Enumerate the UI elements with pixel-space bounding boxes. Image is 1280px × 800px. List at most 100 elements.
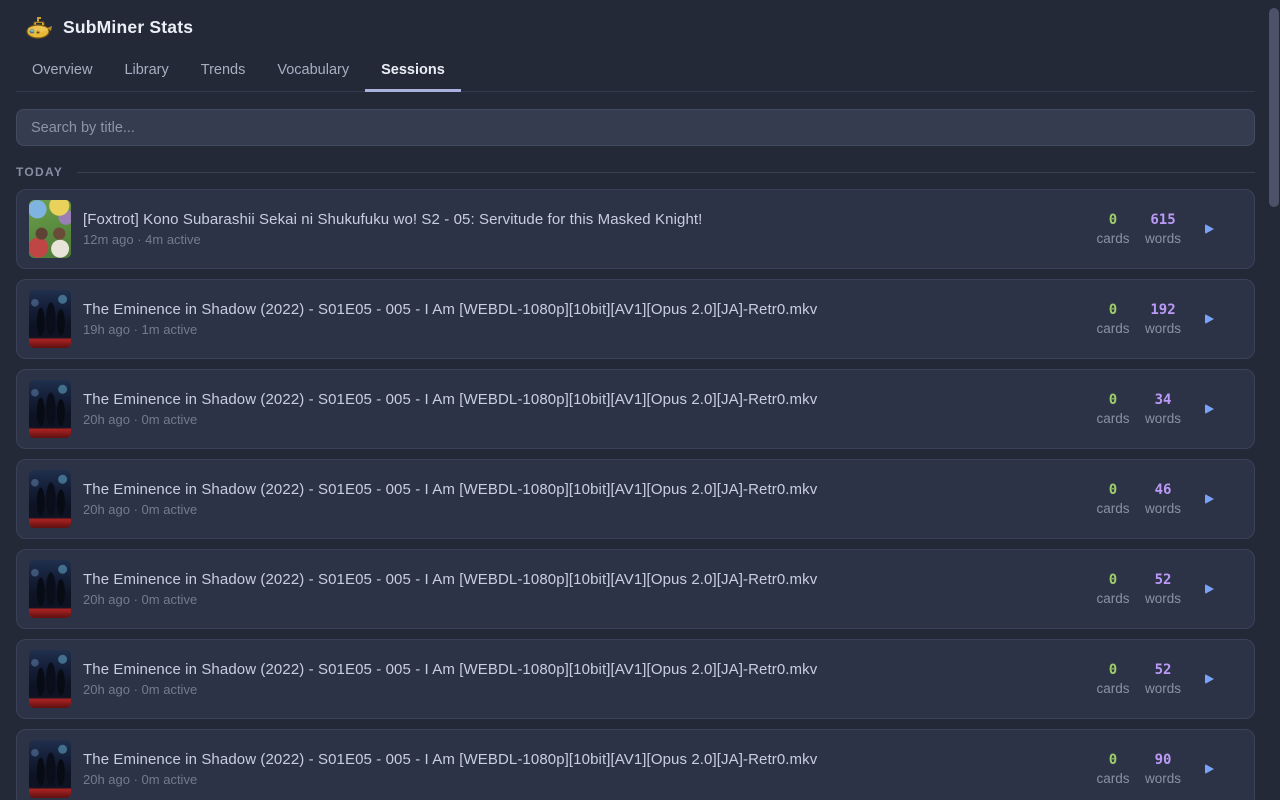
- tab-trends[interactable]: Trends: [185, 52, 262, 92]
- cards-stat: 0 cards: [1091, 662, 1135, 696]
- cards-stat: 0 cards: [1091, 572, 1135, 606]
- words-label: words: [1141, 321, 1185, 336]
- session-info: The Eminence in Shadow (2022) - S01E05 -…: [83, 391, 1091, 427]
- tab-overview[interactable]: Overview: [16, 52, 108, 92]
- session-title: The Eminence in Shadow (2022) - S01E05 -…: [83, 301, 1091, 318]
- session-card[interactable]: The Eminence in Shadow (2022) - S01E05 -…: [16, 369, 1255, 449]
- cards-count: 0: [1091, 752, 1135, 768]
- cards-stat: 0 cards: [1091, 752, 1135, 786]
- session-thumbnail: [29, 470, 71, 528]
- tabs: Overview Library Trends Vocabulary Sessi…: [16, 52, 1255, 92]
- session-card[interactable]: The Eminence in Shadow (2022) - S01E05 -…: [16, 729, 1255, 800]
- search-bar: [16, 109, 1255, 146]
- session-stats: 0 cards 34 words: [1091, 392, 1254, 426]
- play-icon[interactable]: [1205, 314, 1214, 324]
- tab-sessions[interactable]: Sessions: [365, 52, 461, 92]
- session-info: The Eminence in Shadow (2022) - S01E05 -…: [83, 481, 1091, 517]
- session-stats: 0 cards 46 words: [1091, 482, 1254, 516]
- play-icon[interactable]: [1205, 494, 1214, 504]
- words-stat: 192 words: [1141, 302, 1185, 336]
- submarine-icon: [26, 17, 52, 39]
- words-stat: 52 words: [1141, 572, 1185, 606]
- session-meta: 20h ago · 0m active: [83, 412, 1091, 427]
- session-info: The Eminence in Shadow (2022) - S01E05 -…: [83, 571, 1091, 607]
- cards-count: 0: [1091, 572, 1135, 588]
- cards-count: 0: [1091, 392, 1135, 408]
- words-count: 46: [1141, 482, 1185, 498]
- words-count: 52: [1141, 572, 1185, 588]
- session-card[interactable]: The Eminence in Shadow (2022) - S01E05 -…: [16, 549, 1255, 629]
- session-info: The Eminence in Shadow (2022) - S01E05 -…: [83, 751, 1091, 787]
- scrollbar-thumb[interactable]: [1269, 8, 1279, 207]
- words-count: 52: [1141, 662, 1185, 678]
- words-count: 90: [1141, 752, 1185, 768]
- session-title: The Eminence in Shadow (2022) - S01E05 -…: [83, 571, 1091, 588]
- cards-label: cards: [1091, 501, 1135, 516]
- words-label: words: [1141, 771, 1185, 786]
- play-icon[interactable]: [1205, 584, 1214, 594]
- session-title: [Foxtrot] Kono Subarashii Sekai ni Shuku…: [83, 211, 1091, 228]
- words-stat: 615 words: [1141, 212, 1185, 246]
- cards-count: 0: [1091, 212, 1135, 228]
- cards-stat: 0 cards: [1091, 482, 1135, 516]
- session-meta: 12m ago · 4m active: [83, 232, 1091, 247]
- cards-stat: 0 cards: [1091, 392, 1135, 426]
- words-label: words: [1141, 501, 1185, 516]
- session-card[interactable]: The Eminence in Shadow (2022) - S01E05 -…: [16, 459, 1255, 539]
- section-header: TODAY: [16, 165, 1255, 179]
- session-stats: 0 cards 192 words: [1091, 302, 1254, 336]
- words-label: words: [1141, 231, 1185, 246]
- session-thumbnail: [29, 650, 71, 708]
- cards-count: 0: [1091, 302, 1135, 318]
- words-label: words: [1141, 591, 1185, 606]
- search-input[interactable]: [16, 109, 1255, 146]
- words-stat: 90 words: [1141, 752, 1185, 786]
- words-stat: 34 words: [1141, 392, 1185, 426]
- cards-label: cards: [1091, 321, 1135, 336]
- session-info: The Eminence in Shadow (2022) - S01E05 -…: [83, 301, 1091, 337]
- play-icon[interactable]: [1205, 404, 1214, 414]
- words-count: 615: [1141, 212, 1185, 228]
- words-label: words: [1141, 681, 1185, 696]
- words-count: 34: [1141, 392, 1185, 408]
- tab-vocabulary[interactable]: Vocabulary: [261, 52, 365, 92]
- cards-count: 0: [1091, 482, 1135, 498]
- app-title: SubMiner Stats: [63, 17, 193, 38]
- session-meta: 20h ago · 0m active: [83, 682, 1091, 697]
- page: SubMiner Stats Overview Library Trends V…: [0, 0, 1280, 800]
- words-count: 192: [1141, 302, 1185, 318]
- words-label: words: [1141, 411, 1185, 426]
- session-info: [Foxtrot] Kono Subarashii Sekai ni Shuku…: [83, 211, 1091, 247]
- session-thumbnail: [29, 380, 71, 438]
- section-label: TODAY: [16, 165, 63, 179]
- session-meta: 20h ago · 0m active: [83, 502, 1091, 517]
- play-icon[interactable]: [1205, 224, 1214, 234]
- cards-label: cards: [1091, 771, 1135, 786]
- cards-stat: 0 cards: [1091, 302, 1135, 336]
- cards-label: cards: [1091, 591, 1135, 606]
- section-divider: [77, 172, 1255, 173]
- cards-label: cards: [1091, 681, 1135, 696]
- session-thumbnail: [29, 560, 71, 618]
- session-title: The Eminence in Shadow (2022) - S01E05 -…: [83, 661, 1091, 678]
- session-card[interactable]: [Foxtrot] Kono Subarashii Sekai ni Shuku…: [16, 189, 1255, 269]
- tab-library[interactable]: Library: [108, 52, 184, 92]
- session-thumbnail: [29, 290, 71, 348]
- session-info: The Eminence in Shadow (2022) - S01E05 -…: [83, 661, 1091, 697]
- play-icon[interactable]: [1205, 764, 1214, 774]
- session-title: The Eminence in Shadow (2022) - S01E05 -…: [83, 481, 1091, 498]
- session-thumbnail: [29, 740, 71, 798]
- session-stats: 0 cards 52 words: [1091, 572, 1254, 606]
- session-stats: 0 cards 615 words: [1091, 212, 1254, 246]
- session-stats: 0 cards 90 words: [1091, 752, 1254, 786]
- cards-label: cards: [1091, 411, 1135, 426]
- play-icon[interactable]: [1205, 674, 1214, 684]
- cards-stat: 0 cards: [1091, 212, 1135, 246]
- session-thumbnail: [29, 200, 71, 258]
- session-title: The Eminence in Shadow (2022) - S01E05 -…: [83, 391, 1091, 408]
- session-card[interactable]: The Eminence in Shadow (2022) - S01E05 -…: [16, 279, 1255, 359]
- session-card[interactable]: The Eminence in Shadow (2022) - S01E05 -…: [16, 639, 1255, 719]
- session-meta: 20h ago · 0m active: [83, 592, 1091, 607]
- session-list: [Foxtrot] Kono Subarashii Sekai ni Shuku…: [16, 189, 1255, 800]
- cards-count: 0: [1091, 662, 1135, 678]
